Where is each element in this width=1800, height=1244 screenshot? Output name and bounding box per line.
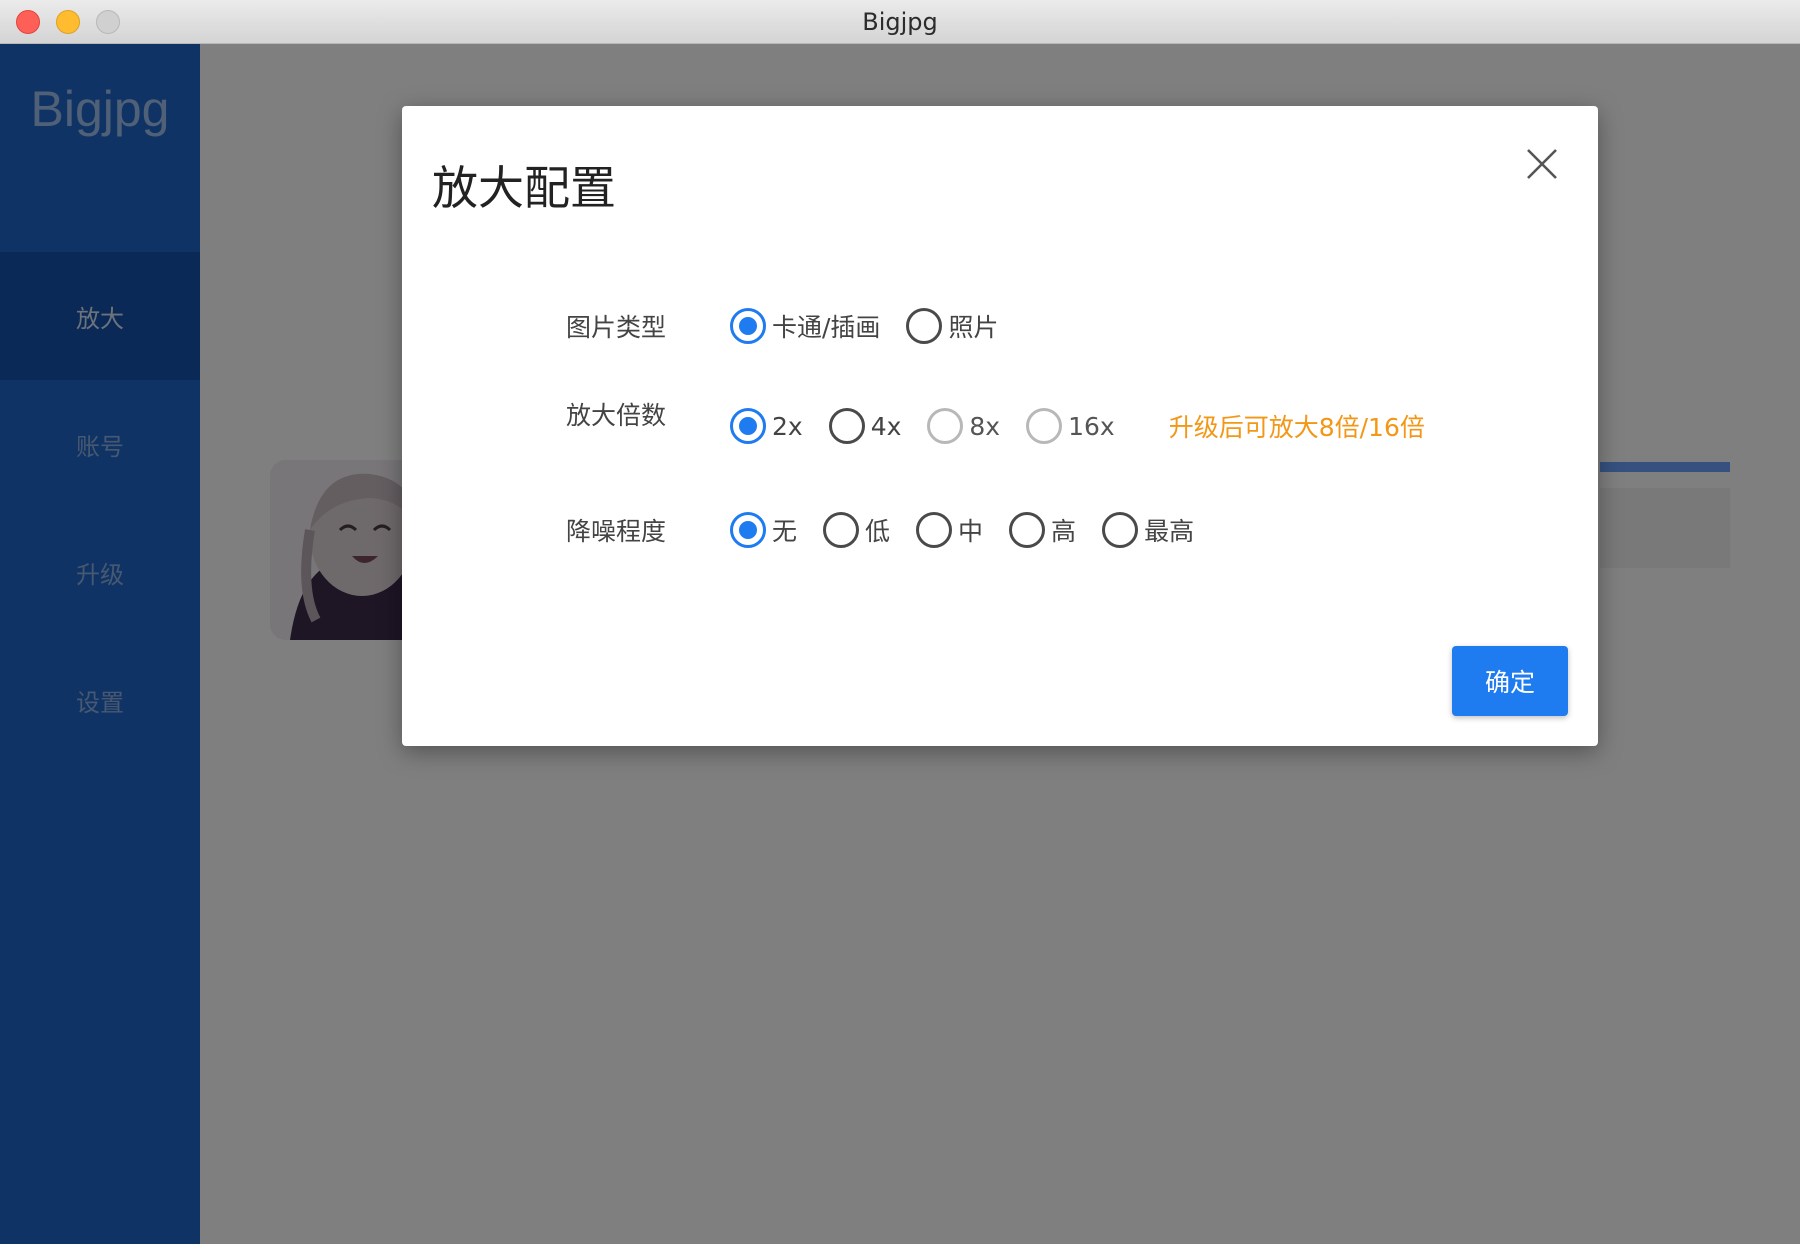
option-label: 16x: [1068, 411, 1115, 441]
radio-button-disabled: [927, 408, 964, 444]
noise-label: 降噪程度: [566, 517, 667, 546]
radio-button-checked[interactable]: [730, 308, 766, 344]
window-titlebar: Bigjpg: [0, 0, 1800, 44]
upgrade-note: 升级后可放大8倍/16倍: [1168, 413, 1425, 442]
scale-label: 放大倍数: [566, 401, 667, 430]
dialog-close-icon[interactable]: [1522, 144, 1562, 184]
scale-option-16x: 16x: [1026, 408, 1115, 444]
scale-option-8x: 8x: [927, 408, 1000, 444]
window-zoom-button[interactable]: [96, 10, 120, 34]
radio-button[interactable]: [828, 408, 865, 444]
option-label: 2x: [772, 411, 803, 441]
option-label: 照片: [948, 313, 999, 342]
window-title: Bigjpg: [862, 7, 938, 36]
option-label: 无: [772, 517, 798, 546]
radio-button[interactable]: [823, 512, 860, 548]
radio-button[interactable]: [906, 308, 943, 344]
radio-button-checked[interactable]: [730, 408, 766, 444]
option-label: 4x: [870, 411, 902, 441]
option-label: 8x: [969, 411, 1001, 441]
radio-button[interactable]: [916, 512, 953, 548]
enlarge-config-dialog: 放大配置 图片类型 卡通/插画 照片 放大倍数 2x 4x 8x 16x 升级后…: [402, 106, 1598, 746]
noise-row: 降噪程度 无 低 中 高 最高: [566, 506, 1220, 554]
image-type-row: 图片类型 卡通/插画 照片: [566, 302, 1024, 350]
option-label: 低: [865, 517, 891, 546]
confirm-button[interactable]: 确定: [1452, 646, 1568, 716]
window-minimize-button[interactable]: [56, 10, 80, 34]
noise-option-highest[interactable]: 最高: [1102, 512, 1194, 548]
noise-option-none[interactable]: 无: [730, 512, 797, 548]
scale-option-4x[interactable]: 4x: [828, 408, 902, 444]
option-label: 卡通/插画: [772, 313, 881, 342]
radio-button[interactable]: [1009, 512, 1046, 548]
radio-button[interactable]: [1102, 512, 1139, 548]
image-type-option-cartoon[interactable]: 卡通/插画: [730, 308, 880, 344]
window-close-button[interactable]: [16, 10, 40, 34]
radio-button-checked[interactable]: [730, 512, 766, 548]
noise-option-high[interactable]: 高: [1009, 512, 1076, 548]
scale-row: 放大倍数 2x 4x 8x 16x 升级后可放大8倍/16倍: [566, 401, 1425, 450]
option-label: 最高: [1144, 517, 1195, 546]
scale-option-2x[interactable]: 2x: [730, 408, 803, 444]
image-type-label: 图片类型: [566, 313, 667, 342]
option-label: 中: [958, 517, 984, 546]
radio-button-disabled: [1026, 408, 1063, 444]
option-label: 高: [1051, 517, 1077, 546]
image-type-option-photo[interactable]: 照片: [906, 308, 998, 344]
noise-option-low[interactable]: 低: [823, 512, 890, 548]
dialog-title: 放大配置: [432, 161, 616, 215]
noise-option-medium[interactable]: 中: [916, 512, 983, 548]
